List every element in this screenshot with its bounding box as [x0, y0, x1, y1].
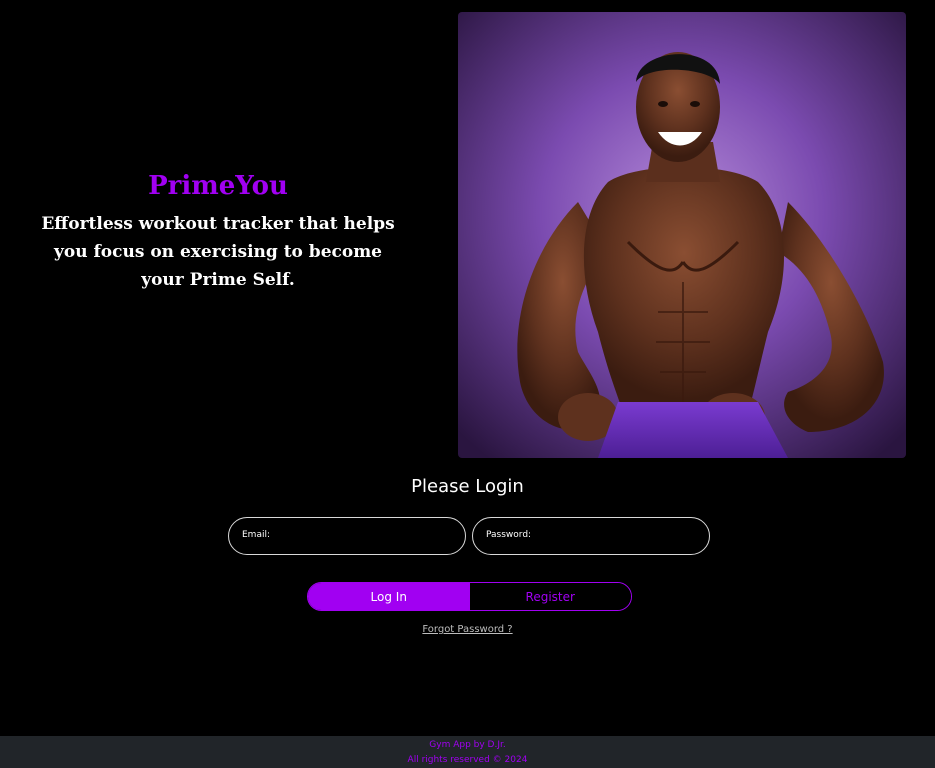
password-label: Password: [486, 530, 532, 540]
email-field[interactable]: Email: [228, 517, 466, 555]
auth-button-group: Log In Register [307, 582, 632, 611]
password-field[interactable]: Password: [472, 517, 710, 555]
login-page: PrimeYou Effortless workout tracker that… [0, 0, 935, 768]
login-button[interactable]: Log In [308, 583, 470, 610]
password-input[interactable] [533, 524, 697, 550]
tagline: Effortless workout tracker that helps yo… [41, 214, 395, 290]
hero-text: PrimeYou Effortless workout tracker that… [30, 168, 406, 294]
login-title: Please Login [411, 476, 524, 497]
hero-image [458, 12, 906, 458]
footer: Gym App by D.Jr. All rights reserved © 2… [0, 736, 935, 768]
email-label: Email: [242, 530, 271, 540]
forgot-password-link[interactable]: Forgot Password ? [422, 624, 512, 635]
brand-title: PrimeYou [148, 171, 288, 201]
forgot-password: Forgot Password ? [0, 624, 935, 635]
bodybuilder-illustration [458, 12, 906, 458]
footer-credit: Gym App by D.Jr. [429, 740, 506, 750]
register-button[interactable]: Register [469, 583, 631, 610]
footer-copyright: All rights reserved © 2024 [407, 755, 528, 765]
email-input[interactable] [289, 524, 453, 550]
